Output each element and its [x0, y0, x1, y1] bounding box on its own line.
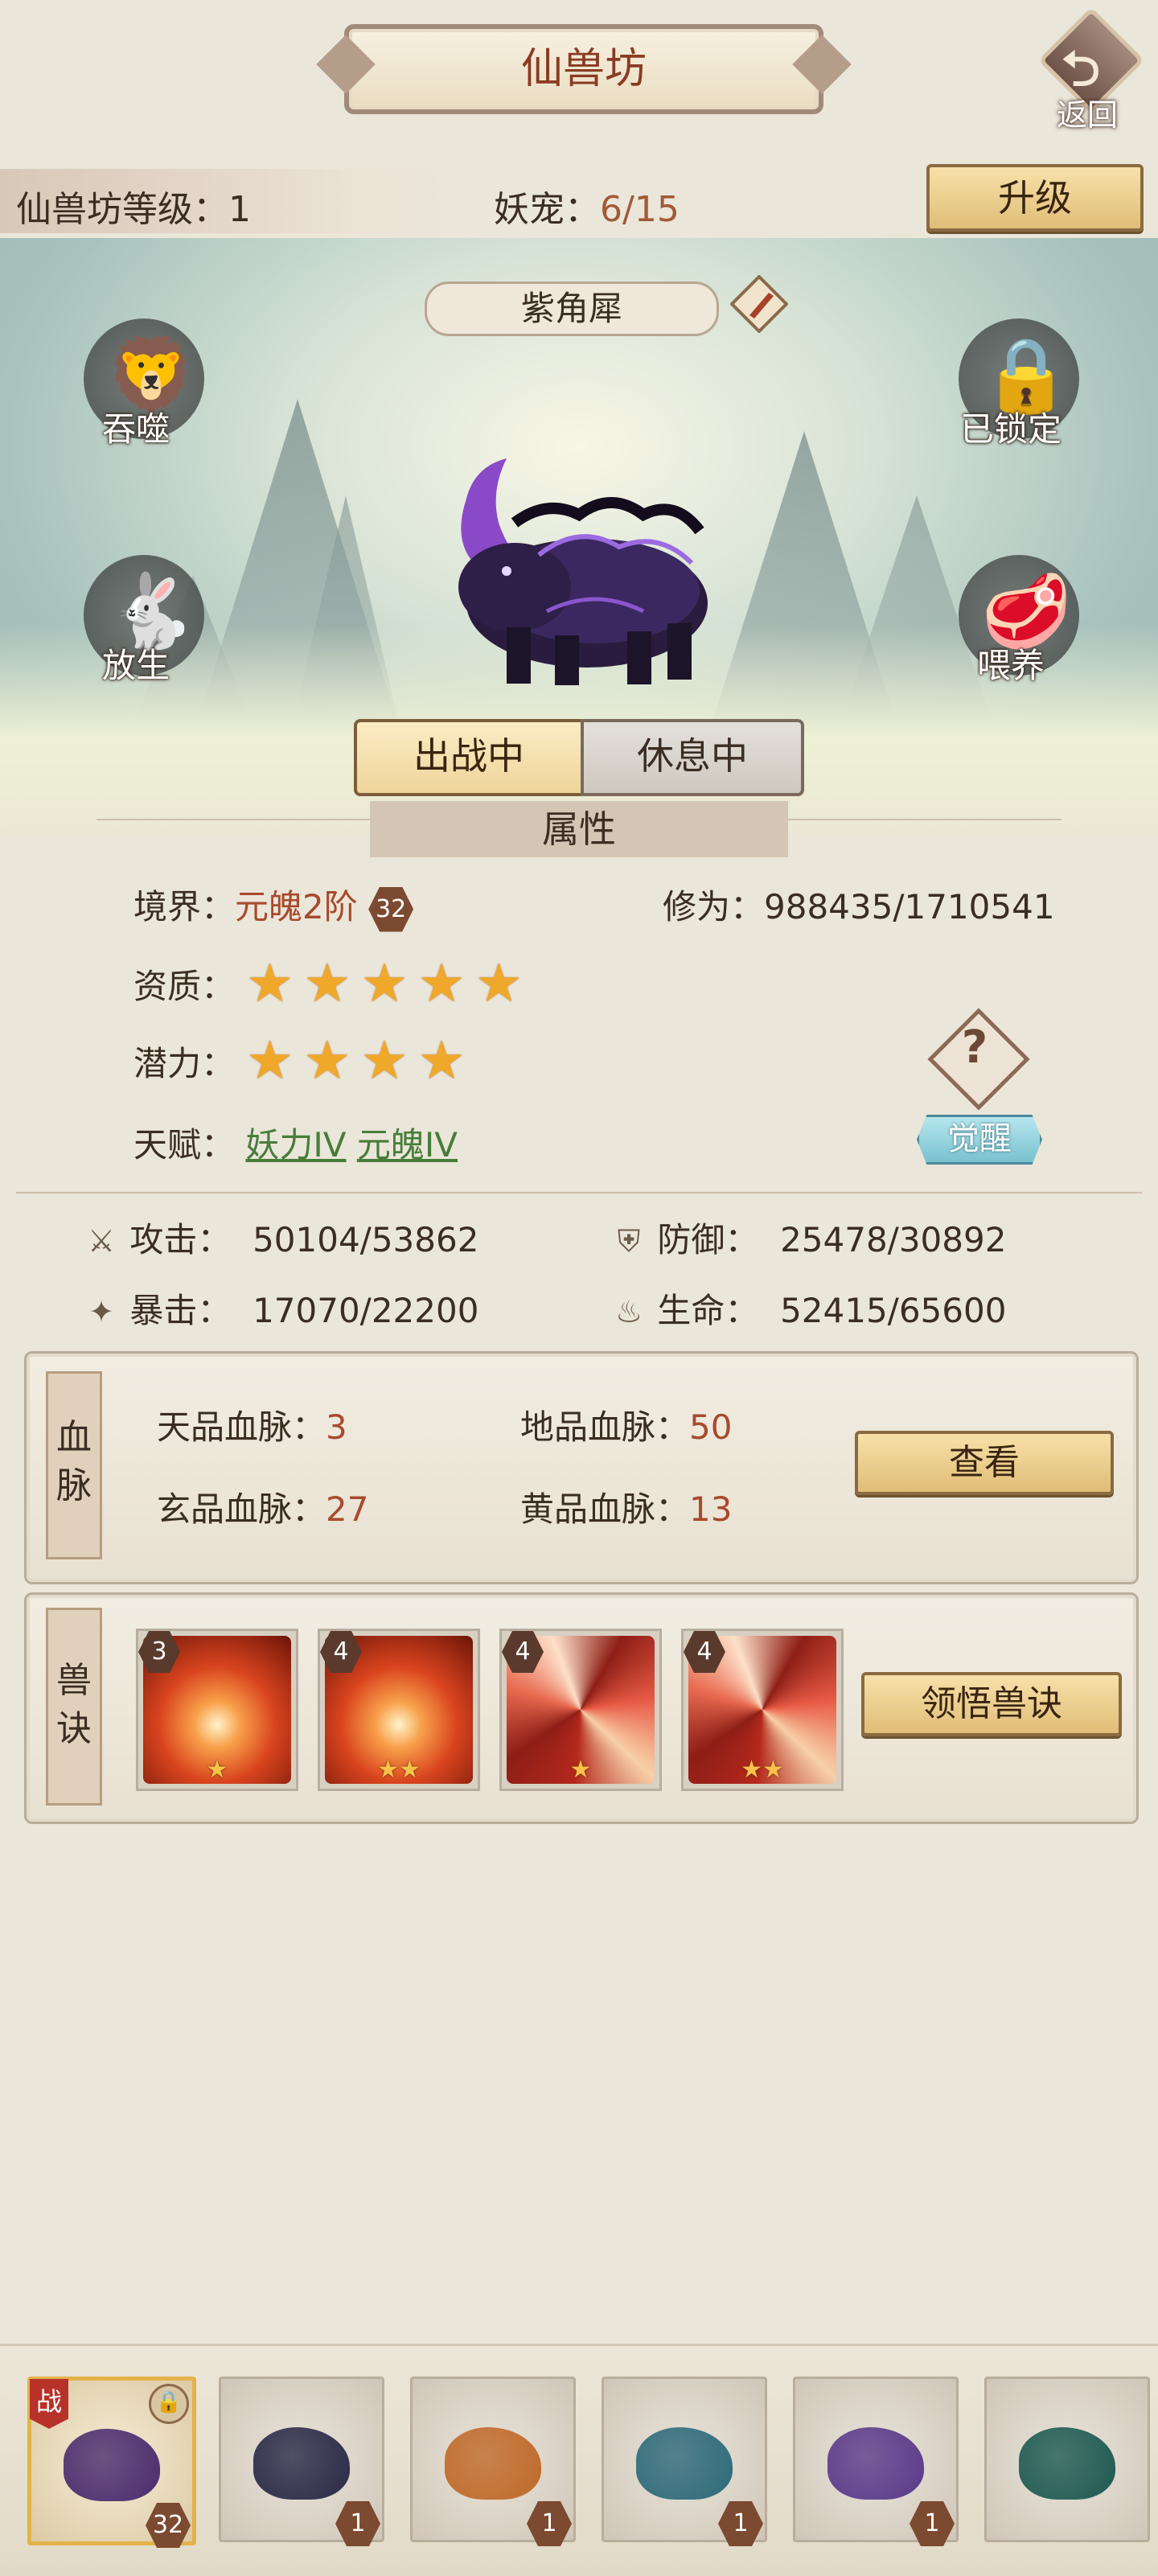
crit-icon: ✦	[88, 1294, 114, 1329]
skills-panel: 兽诀 3 ★ 4 ★★ 4 ★ 4 ★★ 领悟兽诀	[24, 1592, 1139, 1824]
star-icon: ★	[360, 952, 409, 1014]
pet-level-badge: 1	[718, 2501, 763, 2546]
star-icon: ★	[417, 952, 466, 1014]
crit-stat: ✦ 暴击： 17070/22200	[84, 1284, 478, 1333]
xuan-bloodline: 玄品血脉：27	[157, 1489, 369, 1529]
pet-slot[interactable]: 1	[602, 2377, 767, 2546]
lock-button[interactable]: 🔒 已锁定	[942, 318, 1079, 471]
skill-slot[interactable]: 4 ★★	[318, 1629, 480, 1791]
rename-icon[interactable]	[729, 274, 789, 334]
pet-thumbnail	[64, 2429, 160, 2501]
realm-level-badge: 32	[368, 886, 414, 932]
sword-icon: ⚔	[87, 1223, 116, 1259]
skill-stars: ★	[206, 1756, 228, 1784]
skill-slot[interactable]: 4 ★★	[681, 1629, 844, 1791]
flame-icon: ♨	[614, 1294, 643, 1329]
talent-link[interactable]: 妖力IV	[245, 1125, 346, 1165]
skill-slot[interactable]: 4 ★	[499, 1629, 662, 1791]
star-icon: ★	[360, 1029, 409, 1091]
pet-count: 妖宠：6/15	[494, 189, 680, 230]
skill-stars: ★★	[377, 1756, 421, 1784]
defense-stat: ⛨ 防御： 25478/30892	[611, 1213, 1007, 1262]
learn-skill-button[interactable]: 领悟兽诀	[861, 1672, 1122, 1736]
pet-level-badge: 32	[146, 2503, 191, 2548]
feed-button[interactable]: 🥩 喂养	[942, 555, 1079, 708]
pet-thumbnail	[636, 2427, 733, 2500]
battle-status-toggle: 出战中 休息中	[354, 719, 804, 796]
skill-stars: ★	[569, 1756, 592, 1784]
lock-icon: 🔒	[149, 2384, 189, 2424]
devour-button[interactable]: 🦁 吞噬	[68, 318, 204, 471]
pet-level-badge: 1	[527, 2501, 572, 2546]
cultivation-row: 修为：988435/1710541	[663, 887, 1055, 926]
skill-stars: ★★	[741, 1756, 784, 1784]
talent-link[interactable]: 元魄IV	[357, 1125, 458, 1165]
star-icon: ★	[303, 952, 351, 1014]
pet-level-badge: 1	[335, 2501, 380, 2546]
pet-thumbnail	[253, 2427, 350, 2500]
hp-stat: ♨ 生命： 52415/65600	[611, 1284, 1007, 1333]
star-icon: ★	[474, 952, 523, 1014]
pet-name: 紫角犀	[425, 281, 719, 336]
pet-slot[interactable]: 1	[410, 2377, 576, 2546]
realm-row: 境界：元魄2阶 32	[133, 880, 414, 932]
workshop-level: 仙兽坊等级：1	[16, 189, 251, 230]
aptitude-stars: ★ ★ ★ ★ ★	[246, 957, 523, 1010]
star-icon: ★	[246, 952, 294, 1014]
huang-bloodline: 黄品血脉：13	[520, 1489, 733, 1529]
attack-stat: ⚔ 攻击： 50104/53862	[84, 1213, 479, 1262]
pet-slot[interactable]: 1	[793, 2377, 959, 2546]
resting-tab[interactable]: 休息中	[581, 719, 804, 796]
skill-slot[interactable]: 3 ★	[136, 1629, 298, 1791]
pet-level-badge: 1	[910, 2501, 955, 2546]
di-bloodline: 地品血脉：50	[520, 1407, 733, 1447]
skills-label: 兽诀	[46, 1608, 102, 1806]
pet-selector: 32 战 🔒 1 1 1 1	[0, 2344, 1158, 2576]
bloodline-panel: 血脉 天品血脉：3 地品血脉：50 玄品血脉：27 黄品血脉：13 查看	[24, 1351, 1139, 1584]
pet-slot[interactable]: 32 战 🔒	[27, 2377, 196, 2548]
bloodline-label: 血脉	[46, 1371, 102, 1559]
star-icon: ★	[246, 1029, 294, 1091]
view-bloodline-button[interactable]: 查看	[855, 1431, 1114, 1495]
upgrade-button[interactable]: 升级	[926, 164, 1144, 232]
divider	[16, 1192, 1142, 1194]
in-battle-tab[interactable]: 出战中	[354, 719, 584, 796]
pet-thumbnail	[445, 2427, 541, 2500]
tian-bloodline: 天品血脉：3	[157, 1407, 347, 1447]
release-button[interactable]: 🐇 放生	[68, 555, 204, 708]
pet-slot[interactable]: 1	[219, 2377, 384, 2546]
potential-row: 潜力： ★ ★ ★ ★	[133, 1029, 466, 1091]
potential-stars: ★ ★ ★ ★	[246, 1034, 466, 1087]
aptitude-row: 资质： ★ ★ ★ ★ ★	[133, 952, 523, 1014]
pet-thumbnail	[827, 2427, 924, 2500]
shield-icon: ⛨	[617, 1223, 641, 1259]
talent-row: 天赋： 妖力IV 元魄IV	[133, 1125, 458, 1165]
back-label: 返回	[1056, 97, 1118, 133]
star-icon: ★	[303, 1029, 351, 1091]
pet-thumbnail	[1019, 2427, 1115, 2500]
pet-portrait	[418, 450, 740, 700]
pet-slot[interactable]	[984, 2377, 1150, 2542]
awaken-button[interactable]: 觉醒	[917, 1115, 1042, 1165]
page-title: 仙兽坊	[344, 24, 823, 114]
attributes-header: 属性	[370, 801, 788, 857]
star-icon: ★	[417, 1029, 466, 1091]
back-button[interactable]: ⮌ 返回	[1031, 6, 1145, 133]
battle-tag: 战	[30, 2379, 68, 2429]
